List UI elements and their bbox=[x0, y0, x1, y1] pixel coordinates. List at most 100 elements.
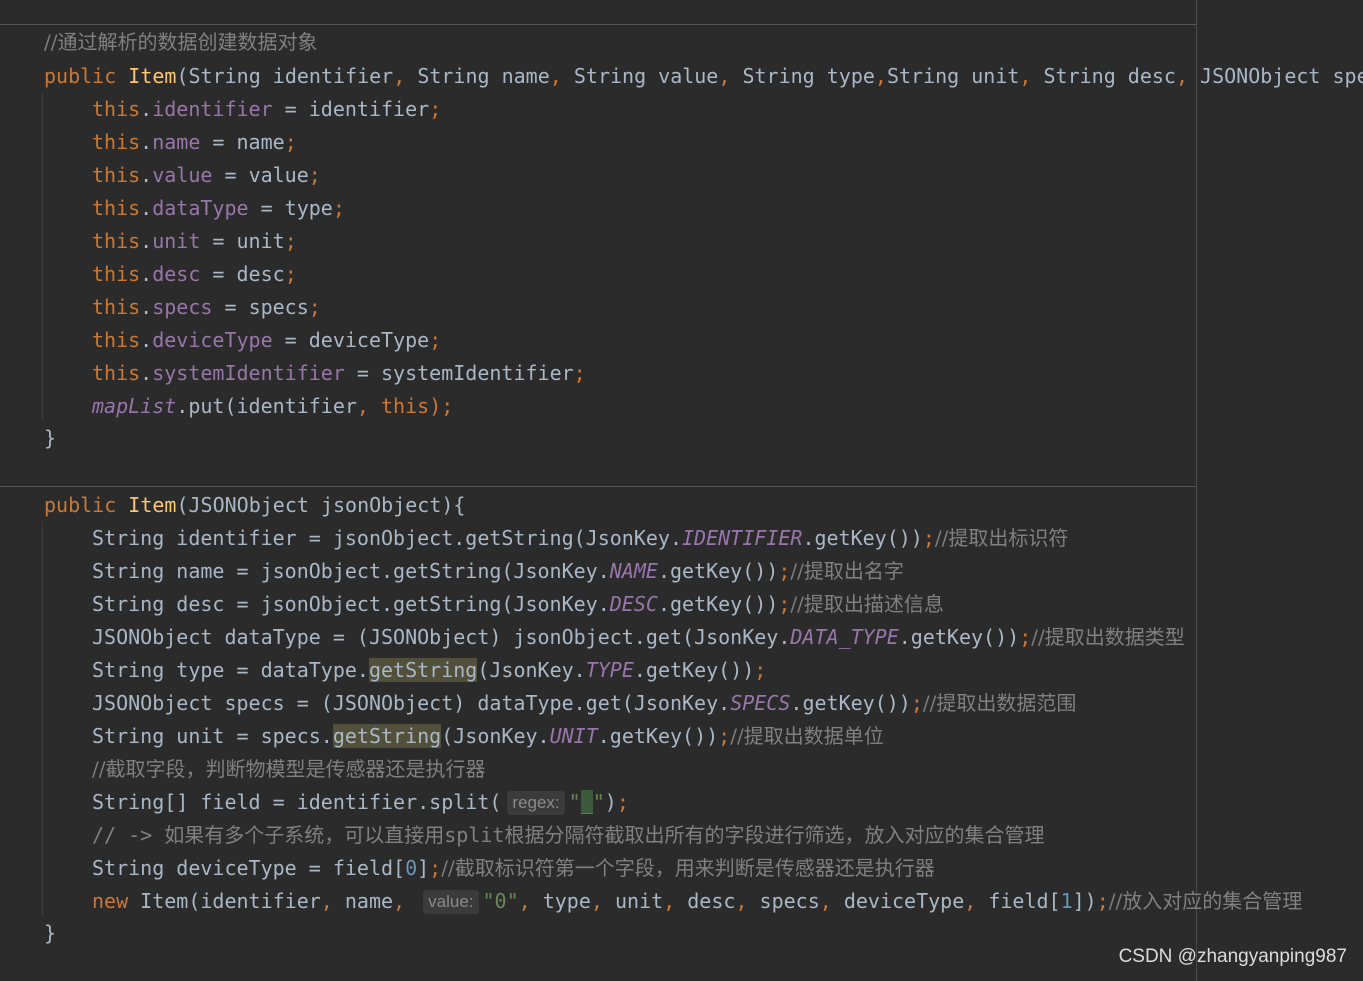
brace: } bbox=[44, 921, 57, 945]
keyword: this bbox=[92, 196, 141, 220]
comment: //提取出数据单位 bbox=[730, 724, 884, 748]
code-line[interactable]: String type = dataType.getString(JsonKey… bbox=[92, 654, 766, 687]
code-line[interactable]: //截取字段，判断物模型是传感器还是执行器 bbox=[92, 753, 485, 786]
code-text: String unit = specs. bbox=[92, 724, 333, 748]
code-line[interactable]: this.identifier = identifier; bbox=[92, 93, 441, 126]
code-line[interactable]: } bbox=[44, 422, 56, 455]
punct: , bbox=[964, 889, 977, 913]
code-line[interactable]: String identifier = jsonObject.getString… bbox=[92, 522, 1068, 555]
comment: //提取出名字 bbox=[790, 559, 904, 583]
comment: split bbox=[444, 823, 505, 847]
code-line[interactable]: this.name = name; bbox=[92, 126, 297, 159]
code-line[interactable]: public Item(JSONObject jsonObject){ bbox=[44, 489, 465, 522]
code-text: .put(identifier bbox=[176, 394, 357, 418]
code-line[interactable]: //通过解析的数据创建数据对象 bbox=[44, 26, 317, 59]
keyword: this bbox=[92, 229, 141, 253]
punct: ; bbox=[1019, 625, 1032, 649]
code-line[interactable]: String[] field = identifier.split(regex:… bbox=[92, 786, 629, 819]
code-text: name bbox=[332, 889, 394, 913]
code-text: .getKey()) bbox=[633, 658, 755, 682]
field-ref: systemIdentifier bbox=[152, 361, 345, 385]
code-line[interactable]: this.desc = desc; bbox=[92, 258, 297, 291]
field-ref: specs bbox=[152, 295, 213, 319]
code-text: String name bbox=[417, 64, 550, 88]
keyword: public bbox=[44, 64, 117, 88]
code-text: .getKey()) bbox=[802, 526, 923, 550]
code-text: (JSONObject jsonObject){ bbox=[176, 493, 466, 517]
code-line[interactable]: new Item(identifier, name, value: "0", ty… bbox=[92, 885, 1302, 918]
static-field-ref: DESC bbox=[609, 592, 658, 616]
keyword: this bbox=[92, 328, 141, 352]
code-line[interactable]: // -> 如果有多个子系统，可以直接用split根据分隔符截取出所有的字段进行… bbox=[92, 819, 1044, 852]
code-line[interactable]: public Item(String identifier, String na… bbox=[44, 60, 1363, 93]
punct: ; bbox=[308, 295, 321, 319]
field-ref: value bbox=[152, 163, 213, 187]
punct: ; bbox=[284, 262, 297, 286]
code-text: String name = jsonObject.getString(JsonK… bbox=[92, 559, 610, 583]
code-text: ] bbox=[417, 856, 430, 880]
code-line[interactable]: String unit = specs.getString(JsonKey.UN… bbox=[92, 720, 884, 753]
code-text: (JsonKey. bbox=[441, 724, 550, 748]
code-text: .getKey()) bbox=[657, 592, 779, 616]
static-field-ref: SPECS bbox=[730, 691, 791, 715]
code-line[interactable]: this.unit = unit; bbox=[92, 225, 297, 258]
code-text: .getKey()) bbox=[597, 724, 719, 748]
code-text: unit bbox=[602, 889, 664, 913]
parameter-hint: value: bbox=[423, 890, 479, 914]
keyword: this bbox=[92, 130, 141, 154]
code-line[interactable]: String desc = jsonObject.getString(JsonK… bbox=[92, 588, 944, 621]
code-text: desc bbox=[236, 262, 285, 286]
field-ref: name bbox=[152, 130, 201, 154]
code-line[interactable]: this.value = value; bbox=[92, 159, 321, 192]
keyword: this bbox=[92, 262, 141, 286]
code-text: String desc = jsonObject.getString(JsonK… bbox=[92, 592, 610, 616]
comment: //截取字段，判断物模型是传感器还是执行器 bbox=[92, 757, 486, 781]
code-text: field[ bbox=[976, 889, 1061, 913]
punct: , bbox=[393, 64, 406, 88]
code-line[interactable]: this.specs = specs; bbox=[92, 291, 321, 324]
code-text: ) bbox=[604, 790, 617, 814]
code-line[interactable]: } bbox=[44, 917, 56, 950]
code-text: identifier bbox=[308, 97, 430, 121]
punct: , bbox=[393, 889, 406, 913]
punct: , bbox=[590, 889, 603, 913]
code-text: String value bbox=[573, 64, 719, 88]
keyword: this bbox=[92, 163, 141, 187]
code-line[interactable]: this.systemIdentifier = systemIdentifier… bbox=[92, 357, 586, 390]
punct: ; bbox=[754, 658, 767, 682]
punct: ; bbox=[429, 97, 442, 121]
code-line[interactable]: String name = jsonObject.getString(JsonK… bbox=[92, 555, 904, 588]
code-line[interactable]: this.dataType = type; bbox=[92, 192, 345, 225]
code-line[interactable]: JSONObject specs = (JSONObject) dataType… bbox=[92, 687, 1076, 720]
code-text: String identifier = jsonObject.getString… bbox=[92, 526, 683, 550]
keyword: this bbox=[92, 295, 141, 319]
code-text: ]) bbox=[1072, 889, 1097, 913]
static-field-ref: IDENTIFIER bbox=[682, 526, 803, 550]
keyword: this bbox=[381, 394, 430, 418]
code-text: String unit bbox=[886, 64, 1020, 88]
comment: //提取出描述信息 bbox=[790, 592, 944, 616]
method-separator bbox=[0, 486, 1196, 487]
punct: , bbox=[549, 64, 562, 88]
code-line[interactable]: JSONObject dataType = (JSONObject) jsonO… bbox=[92, 621, 1185, 654]
code-editor[interactable]: //通过解析的数据创建数据对象 public Item(String ident… bbox=[0, 0, 1363, 981]
punct: ; bbox=[616, 790, 629, 814]
string-literal: " bbox=[568, 790, 581, 814]
code-line[interactable]: this.deviceType = deviceType; bbox=[92, 324, 441, 357]
punct: , bbox=[819, 889, 832, 913]
comment: //放入对应的集合管理 bbox=[1108, 889, 1303, 913]
punct: ; bbox=[284, 130, 297, 154]
punct: , bbox=[735, 889, 748, 913]
punct: ; bbox=[910, 691, 923, 715]
code-text: specs bbox=[747, 889, 820, 913]
code-text: String desc bbox=[1043, 64, 1176, 88]
punct: , bbox=[320, 889, 333, 913]
field-ref: desc bbox=[152, 262, 201, 286]
static-field-ref: TYPE bbox=[585, 658, 634, 682]
code-text: String deviceType = field[ bbox=[92, 856, 406, 880]
code-text: type bbox=[530, 889, 591, 913]
code-line[interactable]: mapList.put(identifier, this); bbox=[92, 390, 453, 423]
field-ref: unit bbox=[152, 229, 201, 253]
punct: , bbox=[874, 64, 887, 88]
code-line[interactable]: String deviceType = field[0];//截取标识符第一个字… bbox=[92, 852, 935, 885]
